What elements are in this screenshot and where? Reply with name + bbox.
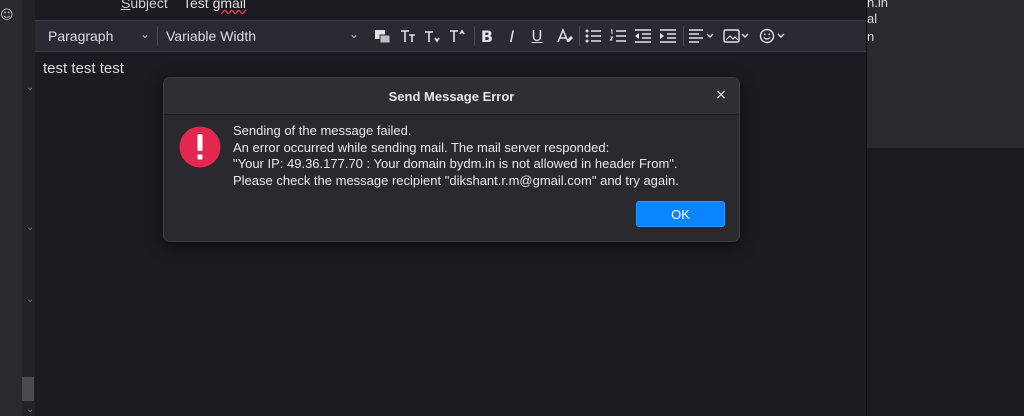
chevron-icon: ⌄ bbox=[26, 222, 35, 233]
chevron-icon: ⌄ bbox=[26, 404, 35, 415]
chevron-down-icon: ⌄ bbox=[348, 27, 359, 41]
ok-button[interactable]: OK bbox=[636, 201, 725, 227]
error-message-line: "Your IP: 49.36.177.70 : Your domain byd… bbox=[233, 156, 678, 171]
chevron-down-icon: ⌄ bbox=[139, 27, 150, 41]
error-message: Sending of the message failed. An error … bbox=[233, 123, 679, 189]
message-body[interactable]: test test test bbox=[43, 60, 124, 77]
subject-input[interactable]: Test gmail bbox=[183, 0, 246, 11]
error-message-line: Please check the message recipient "diks… bbox=[233, 172, 679, 188]
close-icon[interactable]: × bbox=[713, 87, 729, 103]
bold-icon[interactable]: B bbox=[476, 25, 498, 47]
emoji-icon[interactable] bbox=[758, 25, 788, 47]
subject-label: Subject bbox=[121, 0, 168, 11]
text-color-icon[interactable] bbox=[372, 25, 394, 47]
insert-image-icon[interactable] bbox=[722, 25, 752, 47]
error-icon bbox=[179, 126, 221, 168]
chevron-icon: ⌄ bbox=[26, 294, 35, 305]
subject-row: Subject Test gmail bbox=[35, 0, 866, 14]
toolbar-separator bbox=[474, 26, 475, 46]
bullet-list-icon[interactable] bbox=[582, 25, 604, 47]
font-size-smaller-icon[interactable] bbox=[397, 25, 419, 47]
error-message-line: An error occurred while sending mail. Th… bbox=[233, 139, 610, 155]
indent-icon[interactable] bbox=[657, 25, 679, 47]
right-panel-text: n.in bbox=[867, 0, 888, 10]
left-pane-edge bbox=[22, 0, 36, 416]
dialog-titlebar[interactable]: Send Message Error × bbox=[164, 78, 739, 115]
outdent-icon[interactable] bbox=[632, 25, 654, 47]
scrollbar-thumb[interactable] bbox=[22, 377, 34, 401]
toolbar-separator bbox=[157, 26, 158, 46]
clear-formatting-icon[interactable] bbox=[554, 25, 576, 47]
font-size-larger-icon[interactable] bbox=[421, 25, 443, 47]
underline-icon[interactable]: U bbox=[526, 25, 548, 47]
address-book-icon[interactable]: ☺ bbox=[0, 8, 14, 23]
numbered-list-icon[interactable] bbox=[607, 25, 629, 47]
toolbar-separator bbox=[683, 26, 684, 46]
right-panel-lower bbox=[866, 148, 1024, 416]
left-sidebar bbox=[0, 0, 22, 416]
font-select[interactable]: Variable Width ⌄ bbox=[166, 24, 365, 48]
right-panel-text: al bbox=[867, 11, 878, 26]
send-error-dialog: Send Message Error × Sending of the mess… bbox=[163, 77, 740, 242]
formatting-toolbar: Paragraph ⌄ Variable Width ⌄ B I U bbox=[35, 20, 866, 52]
superscript-icon[interactable] bbox=[446, 25, 468, 47]
italic-icon[interactable]: I bbox=[501, 25, 523, 47]
dialog-title: Send Message Error bbox=[388, 89, 515, 104]
toolbar-separator bbox=[579, 26, 580, 46]
error-message-line: Sending of the message failed. bbox=[233, 123, 412, 138]
align-icon[interactable] bbox=[687, 25, 717, 47]
right-panel-text: n bbox=[867, 29, 875, 44]
right-panel bbox=[866, 0, 1024, 148]
chevron-icon: ⌄ bbox=[26, 82, 35, 93]
paragraph-format-select[interactable]: Paragraph ⌄ bbox=[48, 24, 156, 48]
